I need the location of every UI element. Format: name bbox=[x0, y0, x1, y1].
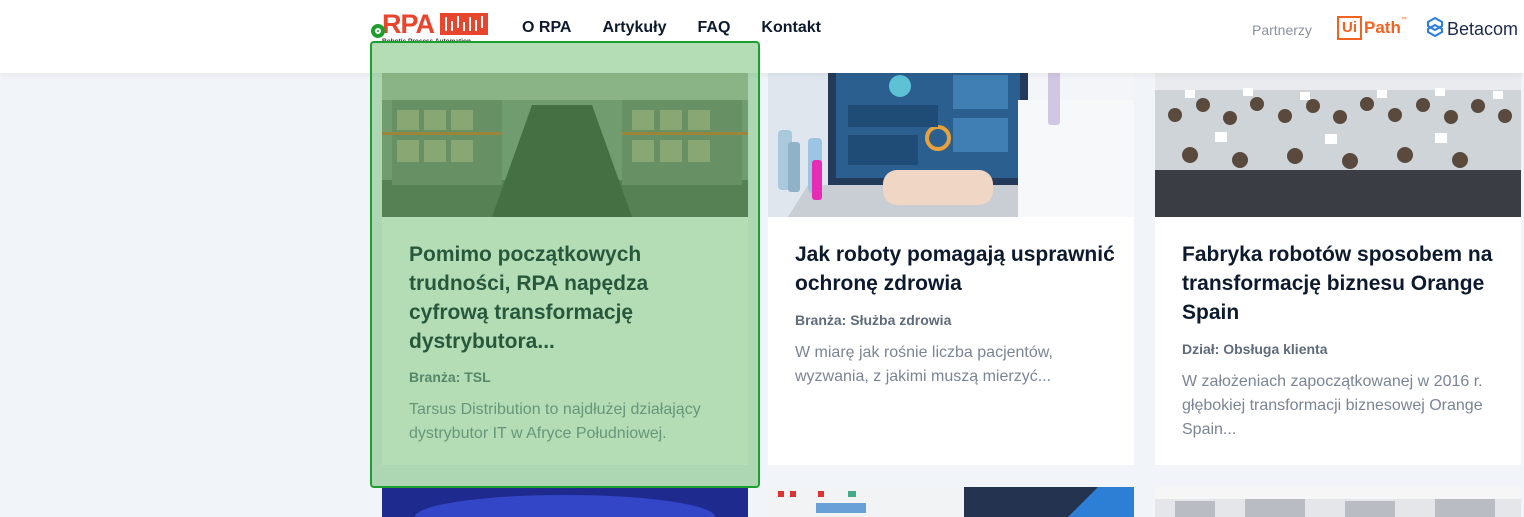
uipath-logo[interactable]: Ui Path ™ bbox=[1337, 15, 1407, 41]
article-image-healthcare[interactable] bbox=[768, 60, 1134, 217]
logo-circuit-graphic bbox=[440, 13, 488, 35]
article-category: Dział: Obsługa klienta bbox=[1182, 341, 1328, 357]
article-image-team-photo[interactable] bbox=[1155, 60, 1521, 217]
betacom-text: Betacom bbox=[1447, 19, 1519, 39]
nav-kontakt[interactable]: Kontakt bbox=[761, 19, 821, 37]
target-icon bbox=[371, 24, 385, 38]
uipath-trademark: ™ bbox=[1400, 17, 1407, 23]
article-title[interactable]: Fabryka robotów sposobem na transformacj… bbox=[1182, 240, 1502, 327]
uipath-text: Path bbox=[1364, 18, 1401, 37]
nav-artykuly[interactable]: Artykuły bbox=[602, 19, 666, 37]
site-header: RPA Robotic Process Automation O RPA Art… bbox=[0, 0, 1524, 73]
article-card-6-image[interactable] bbox=[1155, 487, 1521, 517]
article-card-5-image[interactable] bbox=[768, 487, 1134, 517]
article-card-4-image[interactable] bbox=[382, 487, 748, 517]
article-excerpt: W założeniach zapoczątkowanej w 2016 r. … bbox=[1182, 373, 1483, 438]
article-title[interactable]: Jak roboty pomagają usprawnić ochronę zd… bbox=[795, 240, 1115, 298]
article-card-3[interactable]: Fabryka robotów sposobem na transformacj… bbox=[1155, 60, 1521, 465]
selection-highlight bbox=[370, 41, 760, 488]
uipath-box: Ui bbox=[1337, 16, 1362, 40]
article-card-2[interactable]: Jak roboty pomagają usprawnić ochronę zd… bbox=[768, 60, 1134, 465]
logo-text: RPA bbox=[382, 9, 435, 39]
nav-faq[interactable]: FAQ bbox=[698, 19, 731, 37]
nav-o-rpa[interactable]: O RPA bbox=[522, 19, 571, 37]
betacom-logo[interactable]: Betacom bbox=[1426, 16, 1519, 42]
partners-label: Partnerzy bbox=[1252, 22, 1312, 38]
article-excerpt: W miarę jak rośnie liczba pacjentów, wyz… bbox=[795, 344, 1053, 385]
betacom-logo-icon bbox=[1426, 16, 1444, 42]
main-nav: O RPA Artykuły FAQ Kontakt bbox=[522, 19, 821, 37]
article-category: Branża: Służba zdrowia bbox=[795, 312, 952, 328]
